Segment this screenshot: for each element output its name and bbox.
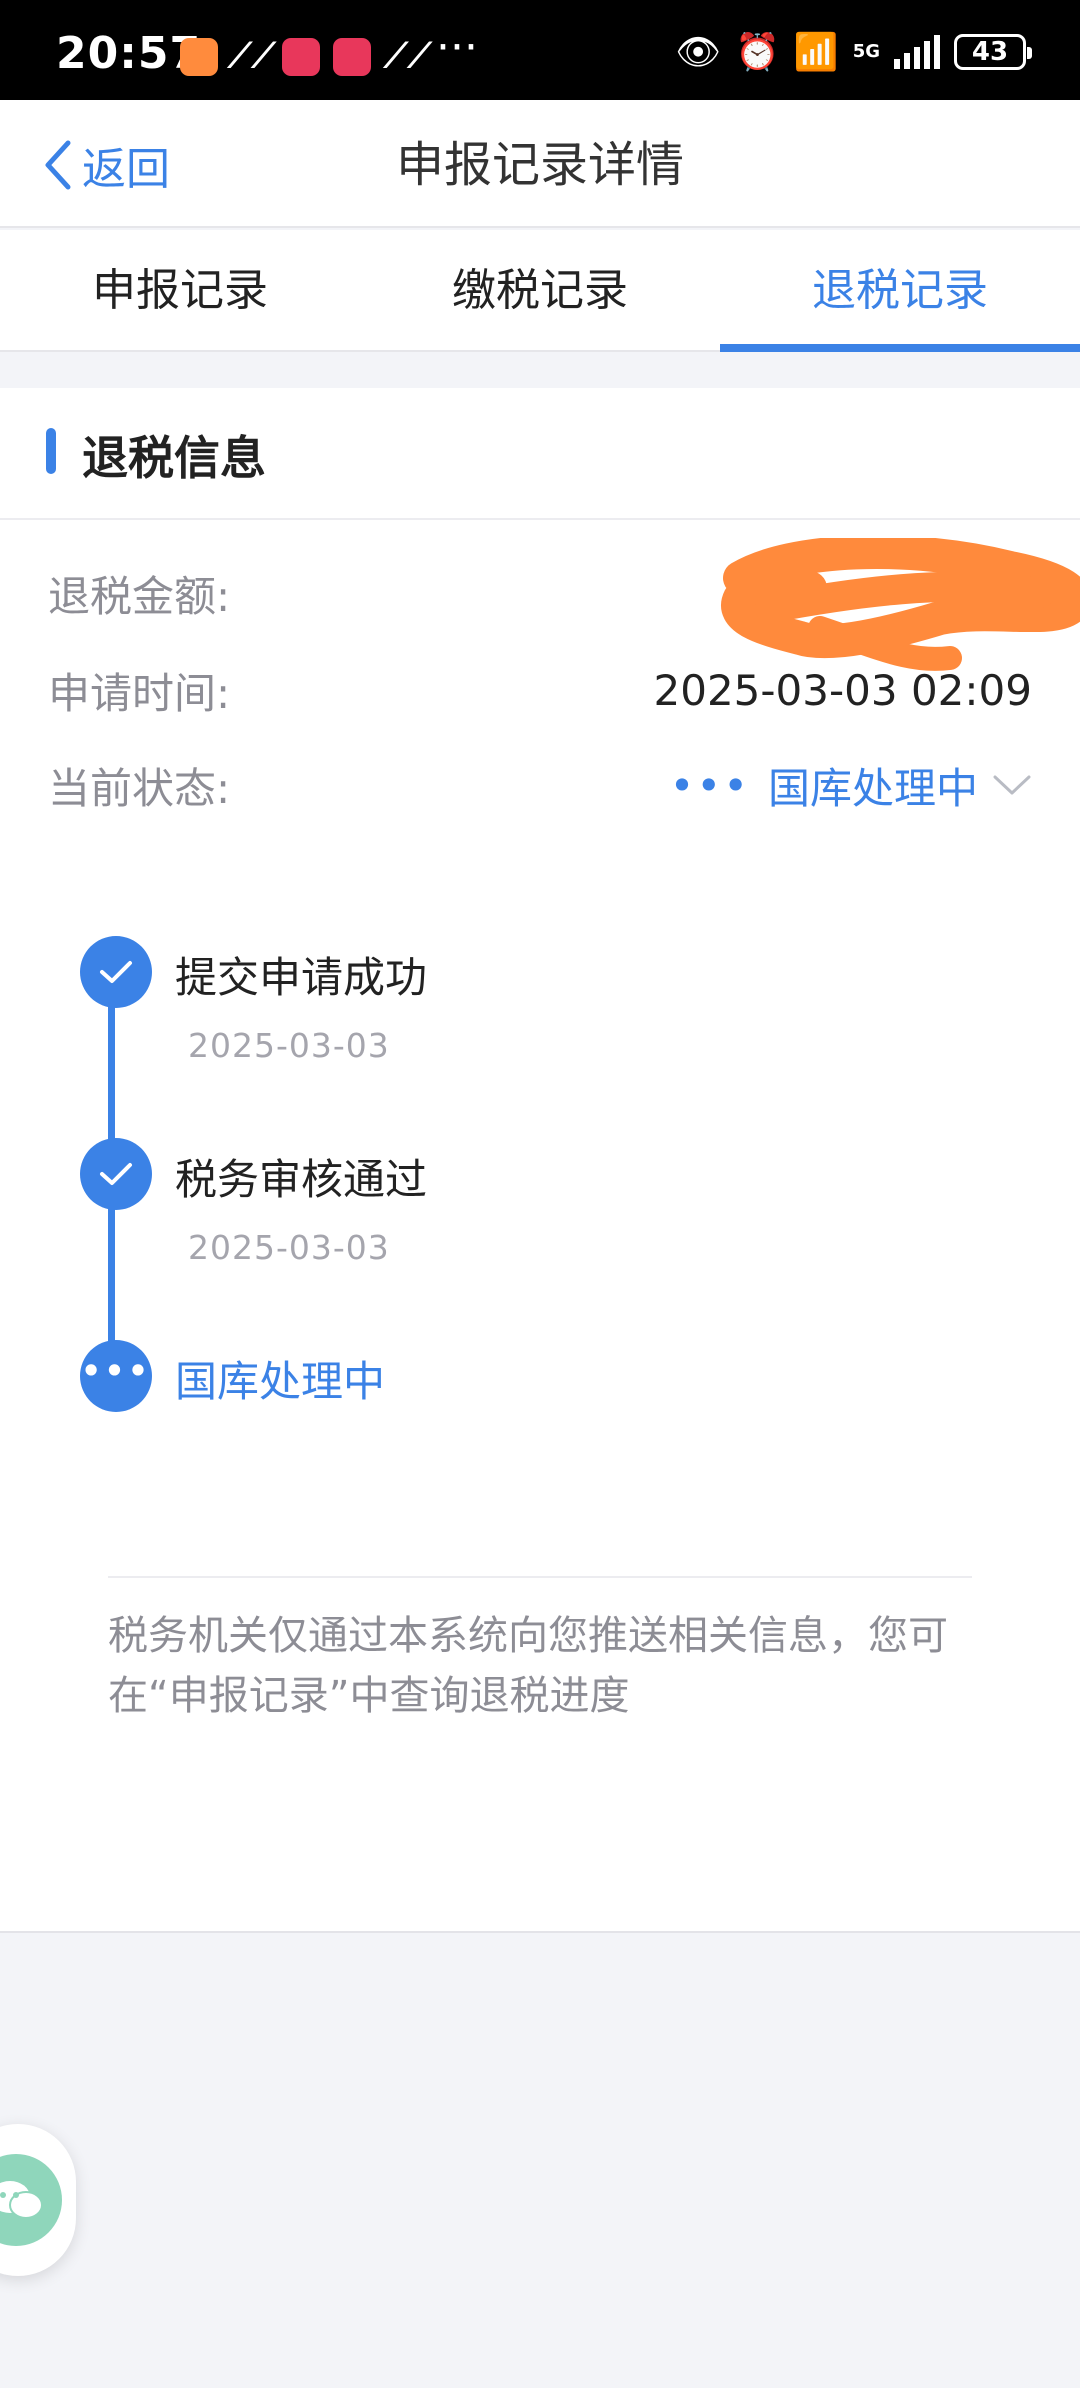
page-title: 申报记录详情 <box>395 137 684 193</box>
section-header: 退税信息 <box>0 388 1080 520</box>
timeline-step-title: 税务审核通过 <box>175 1155 428 1204</box>
current-status-label: 当前状态: <box>48 763 231 813</box>
tab-payment-records[interactable]: 缴税记录 <box>360 230 720 350</box>
section-accent-bar <box>46 428 56 474</box>
navigation-bar: 返回 申报记录详情 <box>0 100 1080 228</box>
timeline-step-date: 2025-03-03 <box>188 1026 390 1065</box>
eye-icon: 👁 <box>675 32 722 73</box>
more-notifications-icon: ··· <box>436 22 478 73</box>
status-bar: 20:57 ⟋⟋ ⟋⟋ ··· 👁 ⏰ 📶 5G 43 <box>0 0 1080 100</box>
alarm-icon: ⏰ <box>735 32 780 73</box>
network-type-label: 5G <box>852 41 880 62</box>
refund-amount-label: 退税金额: <box>48 571 231 621</box>
check-icon <box>100 961 132 983</box>
current-status-text: 国库处理中 <box>767 763 978 813</box>
chevron-down-icon <box>993 775 1031 795</box>
current-status-row[interactable]: 当前状态: ••• 国库处理中 <box>48 750 1032 820</box>
timeline-step-title: 国库处理中 <box>175 1357 386 1406</box>
more-dots-icon: ••• <box>80 1352 152 1390</box>
current-status-value[interactable]: ••• 国库处理中 <box>670 755 1032 816</box>
section-title: 退税信息 <box>82 431 266 485</box>
refund-info-card: 退税信息 退税金额: 申请时间: 2025-03-03 02:09 当前状态: … <box>0 388 1080 1933</box>
record-tabs: 申报记录 缴税记录 退税记录 <box>0 230 1080 352</box>
timeline-step-title: 提交申请成功 <box>175 953 428 1002</box>
battery-icon: 43 <box>954 34 1032 70</box>
apply-time-label: 申请时间: <box>48 668 231 718</box>
tab-declaration-records[interactable]: 申报记录 <box>0 230 360 350</box>
apply-time-row: 申请时间: 2025-03-03 02:09 <box>48 655 1032 725</box>
refund-notice-text: 税务机关仅通过本系统向您推送相关信息，您可在“申报记录”中查询退税进度 <box>108 1613 948 1719</box>
timeline-step-current: ••• <box>80 1340 152 1412</box>
timeline-step-date: 2025-03-03 <box>188 1228 390 1267</box>
link-notification-icon: ⟋⟋ <box>384 36 432 76</box>
timeline-step-done <box>80 1138 152 1210</box>
wifi-icon: 📶 <box>793 32 839 73</box>
divider <box>108 1576 972 1578</box>
floating-service-button[interactable] <box>0 2124 76 2276</box>
apply-time-value: 2025-03-03 02:09 <box>653 665 1032 715</box>
battery-level: 43 <box>971 37 1009 67</box>
timeline-step-done <box>80 936 152 1008</box>
link-notification-icon: ⟋⟋ <box>228 36 276 76</box>
app-notification-icon <box>333 38 371 76</box>
app-notification-icon <box>282 38 320 76</box>
tab-refund-records[interactable]: 退税记录 <box>720 230 1080 352</box>
processing-dots-icon: ••• <box>669 760 750 810</box>
app-notification-icon <box>180 38 218 76</box>
chat-icon <box>0 2154 62 2246</box>
check-icon <box>100 1163 132 1185</box>
signal-icon <box>894 35 940 69</box>
status-icons: 👁 ⏰ 📶 5G 43 <box>675 30 1032 74</box>
